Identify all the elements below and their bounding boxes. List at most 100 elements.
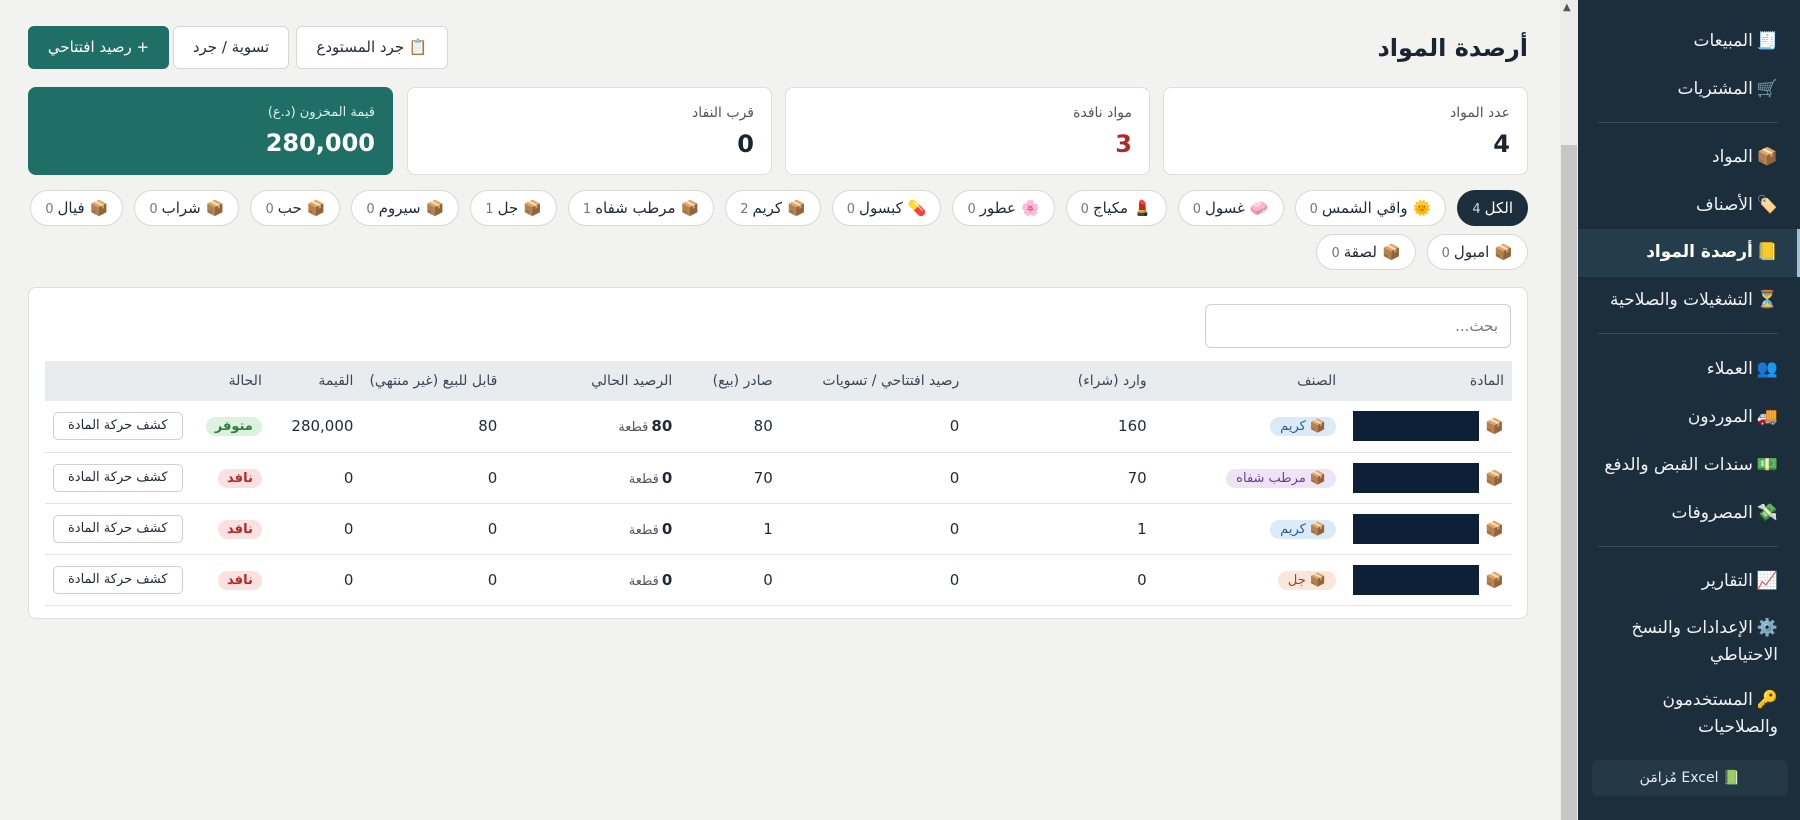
- unit-label: قطعة: [628, 471, 659, 487]
- table-row: 📦 📦 كريم 1 0 1 0قطعة 0 0 نافد كشف حركة المادة: [45, 503, 1512, 555]
- category-icon: 📦: [205, 199, 225, 217]
- sellable-cell: 80: [361, 401, 506, 453]
- category-icon: 📦: [89, 199, 109, 217]
- category-icon: 🧼: [1249, 199, 1269, 217]
- package-icon: 📦: [1485, 570, 1504, 589]
- sidebar-item-label: المبيعات: [1693, 31, 1753, 51]
- chip-label: سيروم: [378, 199, 421, 217]
- package-icon: 📦: [1485, 468, 1504, 487]
- sidebar-item-customers[interactable]: 👥العملاء: [1707, 355, 1778, 383]
- sidebar-item-label: الموردون: [1687, 407, 1753, 427]
- category-cell: 📦 كريم: [1154, 401, 1345, 453]
- category-filter-chips: الكل4 🌞واقي الشمس0 🧼غسول0 💄مكياج0 🌸عطور0 💊كبس…: [28, 190, 1528, 270]
- users-icon: 👥: [1756, 359, 1778, 379]
- balance-value: 80: [651, 417, 673, 436]
- material-movement-button[interactable]: كشف حركة المادة: [53, 565, 183, 594]
- sidebar-divider: [1598, 122, 1778, 123]
- category-icon: 💄: [1133, 199, 1152, 217]
- chip-category[interactable]: 📦مرطب شفاه1: [567, 190, 715, 226]
- unit-label: قطعة: [628, 522, 659, 538]
- chip-count: 0: [1331, 246, 1340, 261]
- material-movement-button[interactable]: كشف حركة المادة: [53, 514, 183, 543]
- sidebar-item-users-permissions[interactable]: 🔑المستخدمون والصلاحيات: [1598, 687, 1778, 741]
- col-category: الصنف: [1154, 361, 1345, 401]
- material-movement-button[interactable]: كشف حركة المادة: [53, 463, 183, 492]
- chip-category[interactable]: 🧼غسول0: [1177, 190, 1284, 226]
- sidebar-item-reports[interactable]: 📈التقارير: [1702, 567, 1778, 595]
- stat-card-out-of-stock: مواد نافدة 3: [785, 87, 1150, 175]
- sidebar-item-suppliers[interactable]: 🚚الموردون: [1688, 403, 1778, 431]
- chip-category[interactable]: الكل4: [1457, 190, 1528, 226]
- category-icon: 📦: [680, 199, 700, 217]
- stat-label: عدد المواد: [1450, 105, 1510, 121]
- status-cell: نافد: [190, 452, 270, 504]
- sidebar-item-label: العملاء: [1706, 359, 1753, 379]
- sellable-cell: 0: [361, 452, 506, 504]
- chip-category[interactable]: 📦كريم2: [725, 190, 821, 226]
- balance-cell: 0قطعة: [505, 452, 681, 504]
- category-icon: 📦: [1381, 243, 1401, 261]
- sidebar-item-settings-backup[interactable]: ⚙️الإعدادات والنسخ الاحتياطي: [1598, 615, 1778, 669]
- chip-category[interactable]: 📦فيال0: [30, 190, 124, 226]
- status-cell: نافد: [190, 503, 270, 555]
- category-icon: 🌞: [1412, 199, 1432, 217]
- sidebar-item-batches-expiry[interactable]: ⏳التشغيلات والصلاحية: [1610, 286, 1778, 314]
- sidebar-item-vouchers[interactable]: 💵سندات القبض والدفع: [1604, 451, 1778, 479]
- sidebar-item-label: المصروفات: [1671, 503, 1753, 523]
- stat-value: 4: [1493, 130, 1510, 158]
- package-icon: 📦: [1485, 417, 1504, 436]
- scroll-thumb[interactable]: [1561, 145, 1577, 820]
- chip-category[interactable]: 📦لصقة0: [1316, 234, 1416, 270]
- stat-card-inventory-value: قيمة المخزون (د.ع) 280,000: [28, 87, 393, 175]
- chip-category[interactable]: 💊كبسول0: [831, 190, 942, 226]
- opening-cell: 0: [780, 503, 968, 555]
- warehouse-count-button[interactable]: 📋 جرد المستودع: [296, 26, 448, 69]
- excel-sync-status[interactable]: 📗 Excel مُزامَن: [1592, 760, 1788, 796]
- sidebar-item-categories[interactable]: 🏷️الأصناف: [1696, 191, 1778, 219]
- sidebar-item-label: المشتريات: [1677, 79, 1753, 99]
- status-badge: نافد: [218, 468, 262, 488]
- material-cell: 📦: [1344, 452, 1512, 504]
- col-status: الحالة: [190, 361, 270, 401]
- unit-label: قطعة: [618, 420, 649, 436]
- incoming-cell: 1: [967, 503, 1155, 555]
- balances-table: المادة الصنف وارد (شراء) رصيد افتتاحي / …: [45, 361, 1512, 606]
- sidebar-item-materials[interactable]: 📦المواد: [1712, 143, 1778, 171]
- chip-category[interactable]: 📦امبول0: [1426, 234, 1528, 270]
- chip-label: كريم: [752, 199, 783, 217]
- stat-value: 3: [1115, 130, 1132, 158]
- sidebar-item-sales[interactable]: 🧾المبيعات: [1693, 27, 1778, 55]
- hourglass-icon: ⏳: [1756, 290, 1778, 310]
- chip-count: 0: [1080, 202, 1089, 217]
- chip-category[interactable]: 💄مكياج0: [1065, 190, 1167, 226]
- scroll-up-icon[interactable]: ▲: [1563, 2, 1571, 13]
- category-badge: 📦 جل: [1277, 570, 1337, 590]
- balance-cell: 80قطعة: [505, 401, 681, 453]
- value-cell: 280,000: [269, 401, 362, 453]
- material-movement-button[interactable]: كشف حركة المادة: [53, 412, 183, 441]
- unit-label: قطعة: [628, 573, 659, 589]
- chip-category[interactable]: 🌞واقي الشمس0: [1294, 190, 1447, 226]
- col-outgoing: صادر (بيع): [680, 361, 781, 401]
- chip-category[interactable]: 🌸عطور0: [952, 190, 1055, 226]
- chip-category[interactable]: 📦جل1: [470, 190, 557, 226]
- opening-balance-button[interactable]: + رصيد افتتاحي: [28, 26, 169, 69]
- balance-cell: 0قطعة: [505, 503, 681, 555]
- sidebar-item-expenses[interactable]: 💸المصروفات: [1671, 499, 1778, 527]
- sidebar-item-purchases[interactable]: 🛒المشتريات: [1678, 75, 1779, 103]
- material-name-redacted: [1353, 513, 1480, 544]
- balance-value: 0: [661, 468, 673, 487]
- status-badge: متوفر: [205, 417, 262, 437]
- chip-category[interactable]: 📦شراب0: [134, 190, 240, 226]
- sidebar-item-material-balances[interactable]: 📒أرصدة المواد: [1646, 238, 1778, 266]
- chip-category[interactable]: 📦سيروم0: [351, 190, 460, 226]
- chip-count: 1: [582, 202, 592, 217]
- chip-count: 0: [45, 202, 54, 217]
- search-input[interactable]: [1205, 304, 1511, 348]
- chip-label: جل: [497, 199, 519, 217]
- chip-category[interactable]: 📦حب0: [250, 190, 341, 226]
- page-scrollbar[interactable]: ▲: [1560, 0, 1578, 820]
- sidebar-divider: [1598, 546, 1778, 547]
- sidebar-item-label: التقارير: [1701, 571, 1753, 591]
- settlement-button[interactable]: تسوية / جرد: [173, 26, 289, 69]
